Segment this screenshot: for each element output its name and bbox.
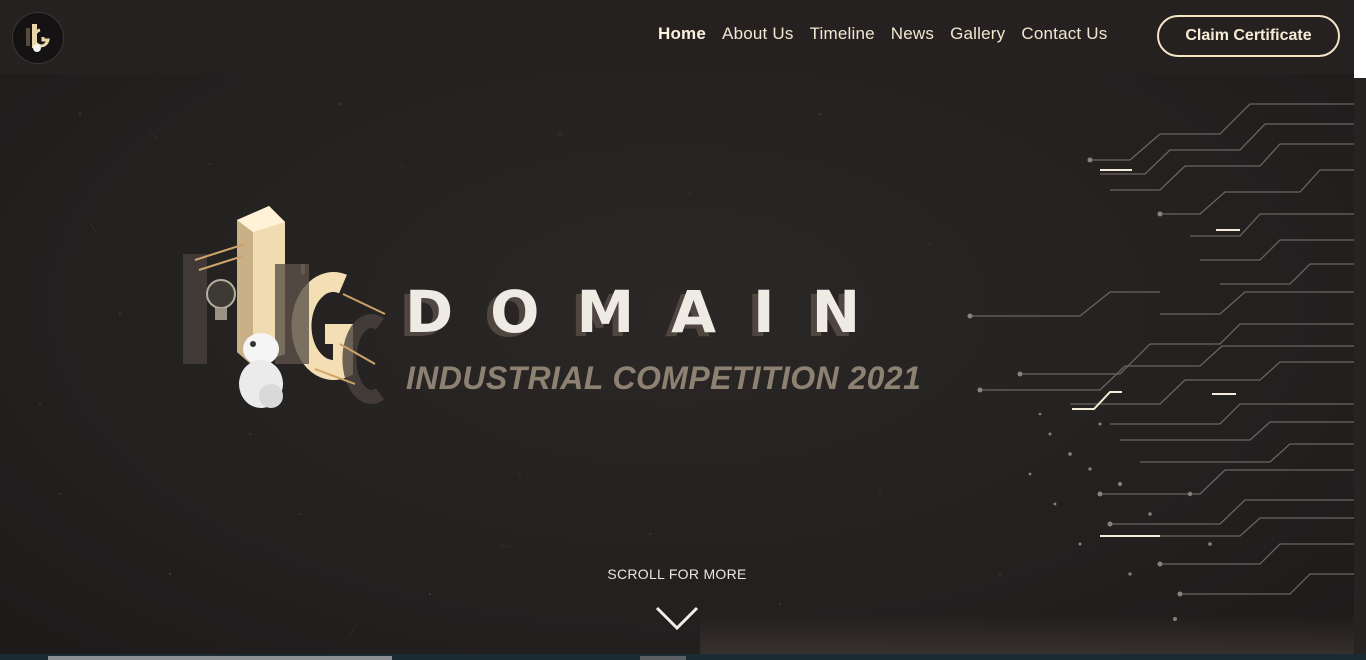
main-nav: Home About Us Timeline News Gallery Cont… (650, 22, 1115, 46)
nav-about-us[interactable]: About Us (714, 22, 802, 46)
hero-subtitle: INDUSTRIAL COMPETITION 2021 (406, 360, 922, 396)
nav-gallery[interactable]: Gallery (942, 22, 1013, 46)
page-edge (1354, 0, 1366, 78)
hero-title: DOMAIN (405, 278, 898, 346)
nav-home[interactable]: Home (650, 22, 714, 46)
nav-news[interactable]: News (883, 22, 942, 46)
chevron-down-icon[interactable] (654, 604, 700, 632)
site-logo[interactable] (12, 12, 64, 64)
iic-logo-icon (26, 24, 50, 52)
scroll-for-more-label: SCROLL FOR MORE (607, 566, 747, 582)
iic-3d-emblem-icon (183, 206, 386, 408)
claim-certificate-button[interactable]: Claim Certificate (1157, 15, 1340, 57)
nav-contact-us[interactable]: Contact Us (1013, 22, 1115, 46)
bottom-glow (700, 614, 1354, 654)
hero-section: DOMAIN INDUSTRIAL COMPETITION 2021 SCROL… (0, 74, 1354, 654)
top-navbar: Home About Us Timeline News Gallery Cont… (0, 0, 1354, 74)
nav-timeline[interactable]: Timeline (802, 22, 883, 46)
circuit-lines-graphic (967, 103, 1354, 621)
taskbar-segment (48, 656, 392, 660)
taskbar-segment (640, 656, 686, 660)
